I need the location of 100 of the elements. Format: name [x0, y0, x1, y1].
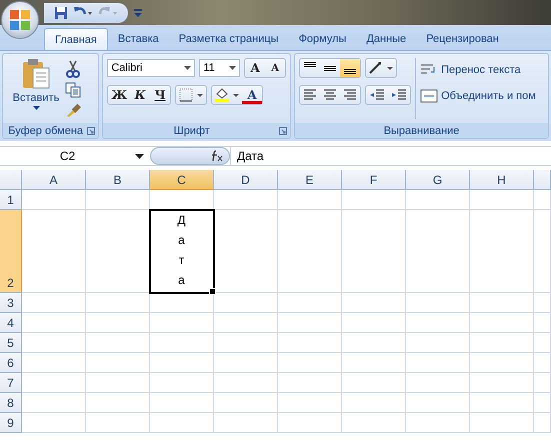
table-cell[interactable] — [470, 210, 534, 293]
table-cell[interactable] — [86, 313, 150, 333]
dialog-launcher-icon[interactable] — [87, 126, 96, 134]
column-header[interactable]: D — [214, 170, 278, 190]
ribbon-tab[interactable]: Главная — [44, 28, 108, 50]
row-header[interactable]: 2 — [0, 210, 22, 293]
row-header[interactable]: 8 — [0, 393, 22, 413]
table-cell[interactable] — [86, 190, 150, 210]
table-cell[interactable] — [22, 333, 86, 353]
table-cell[interactable] — [214, 313, 278, 333]
table-cell[interactable] — [214, 373, 278, 393]
ribbon-tab[interactable]: Вставка — [108, 28, 169, 50]
brush-icon[interactable] — [65, 102, 81, 118]
table-cell[interactable] — [150, 313, 214, 333]
paste-button[interactable]: Вставить — [7, 58, 65, 119]
table-cell[interactable] — [406, 333, 470, 353]
table-cell[interactable] — [534, 353, 551, 373]
table-cell[interactable] — [534, 373, 551, 393]
table-cell[interactable] — [534, 210, 551, 293]
table-cell[interactable] — [22, 373, 86, 393]
table-cell[interactable] — [342, 293, 406, 313]
table-cell[interactable] — [406, 393, 470, 413]
table-cell[interactable] — [86, 413, 150, 433]
ribbon-tab[interactable]: Рецензирован — [416, 28, 509, 50]
table-cell[interactable] — [470, 333, 534, 353]
row-header[interactable]: 9 — [0, 413, 22, 433]
table-cell[interactable] — [470, 413, 534, 433]
table-cell[interactable] — [22, 210, 86, 293]
table-cell[interactable] — [214, 393, 278, 413]
column-header[interactable]: A — [22, 170, 86, 190]
table-cell[interactable] — [342, 413, 406, 433]
table-cell[interactable] — [214, 333, 278, 353]
table-cell[interactable] — [406, 373, 470, 393]
font-name-field[interactable]: Calibri — [107, 59, 196, 77]
copy-icon[interactable] — [65, 82, 81, 98]
table-cell[interactable] — [470, 353, 534, 373]
name-box[interactable]: C2 — [0, 147, 150, 165]
dialog-launcher-icon[interactable] — [279, 126, 288, 134]
table-cell[interactable] — [470, 373, 534, 393]
table-cell[interactable] — [342, 393, 406, 413]
table-cell[interactable] — [278, 373, 342, 393]
ribbon-tab[interactable]: Разметка страницы — [168, 28, 289, 50]
table-cell[interactable] — [534, 293, 551, 313]
row-header[interactable]: 1 — [0, 190, 22, 210]
table-cell[interactable] — [470, 393, 534, 413]
row-header[interactable]: 6 — [0, 353, 22, 373]
table-cell[interactable] — [86, 373, 150, 393]
table-cell[interactable] — [214, 293, 278, 313]
table-cell[interactable] — [278, 333, 342, 353]
select-all-button[interactable] — [0, 170, 22, 190]
merge-button[interactable]: Объединить и пом — [420, 86, 536, 106]
table-cell[interactable] — [534, 393, 551, 413]
table-cell[interactable] — [406, 353, 470, 373]
column-header[interactable]: C — [150, 170, 214, 190]
function-button[interactable] — [150, 147, 230, 165]
table-cell[interactable] — [86, 293, 150, 313]
table-cell[interactable] — [214, 210, 278, 293]
column-header[interactable]: B — [86, 170, 150, 190]
table-cell[interactable]: Дата — [150, 210, 214, 293]
table-cell[interactable] — [86, 353, 150, 373]
table-cell[interactable] — [342, 333, 406, 353]
table-cell[interactable] — [214, 413, 278, 433]
table-cell[interactable] — [150, 373, 214, 393]
column-header[interactable]: G — [406, 170, 470, 190]
column-header[interactable]: H — [470, 170, 534, 190]
table-cell[interactable] — [534, 190, 551, 210]
table-cell[interactable] — [214, 190, 278, 210]
table-cell[interactable] — [470, 293, 534, 313]
table-cell[interactable] — [342, 313, 406, 333]
ribbon-tab[interactable]: Формулы — [288, 28, 356, 50]
table-cell[interactable] — [22, 353, 86, 373]
save-icon[interactable] — [54, 6, 68, 20]
table-cell[interactable] — [342, 190, 406, 210]
table-cell[interactable] — [22, 393, 86, 413]
table-cell[interactable] — [278, 210, 342, 293]
table-cell[interactable] — [150, 413, 214, 433]
table-cell[interactable] — [342, 210, 406, 293]
table-cell[interactable] — [278, 293, 342, 313]
table-cell[interactable] — [470, 313, 534, 333]
table-cell[interactable] — [470, 190, 534, 210]
table-cell[interactable] — [214, 353, 278, 373]
grow-font-button[interactable]: A — [245, 59, 266, 77]
table-cell[interactable] — [22, 293, 86, 313]
fill-handle[interactable] — [209, 288, 216, 295]
align-bottom-button[interactable] — [340, 59, 360, 77]
table-cell[interactable] — [534, 333, 551, 353]
cut-icon[interactable] — [65, 60, 81, 78]
table-cell[interactable] — [86, 393, 150, 413]
table-cell[interactable] — [86, 333, 150, 353]
table-cell[interactable] — [150, 333, 214, 353]
table-cell[interactable] — [150, 393, 214, 413]
customize-toolbar-icon[interactable] — [134, 8, 142, 18]
shrink-font-button[interactable]: A — [265, 59, 286, 77]
table-cell[interactable] — [534, 413, 551, 433]
table-cell[interactable] — [406, 313, 470, 333]
row-header[interactable]: 3 — [0, 293, 22, 313]
table-cell[interactable] — [406, 190, 470, 210]
table-cell[interactable] — [278, 313, 342, 333]
table-cell[interactable] — [22, 413, 86, 433]
formula-field[interactable]: Дата — [230, 147, 551, 165]
